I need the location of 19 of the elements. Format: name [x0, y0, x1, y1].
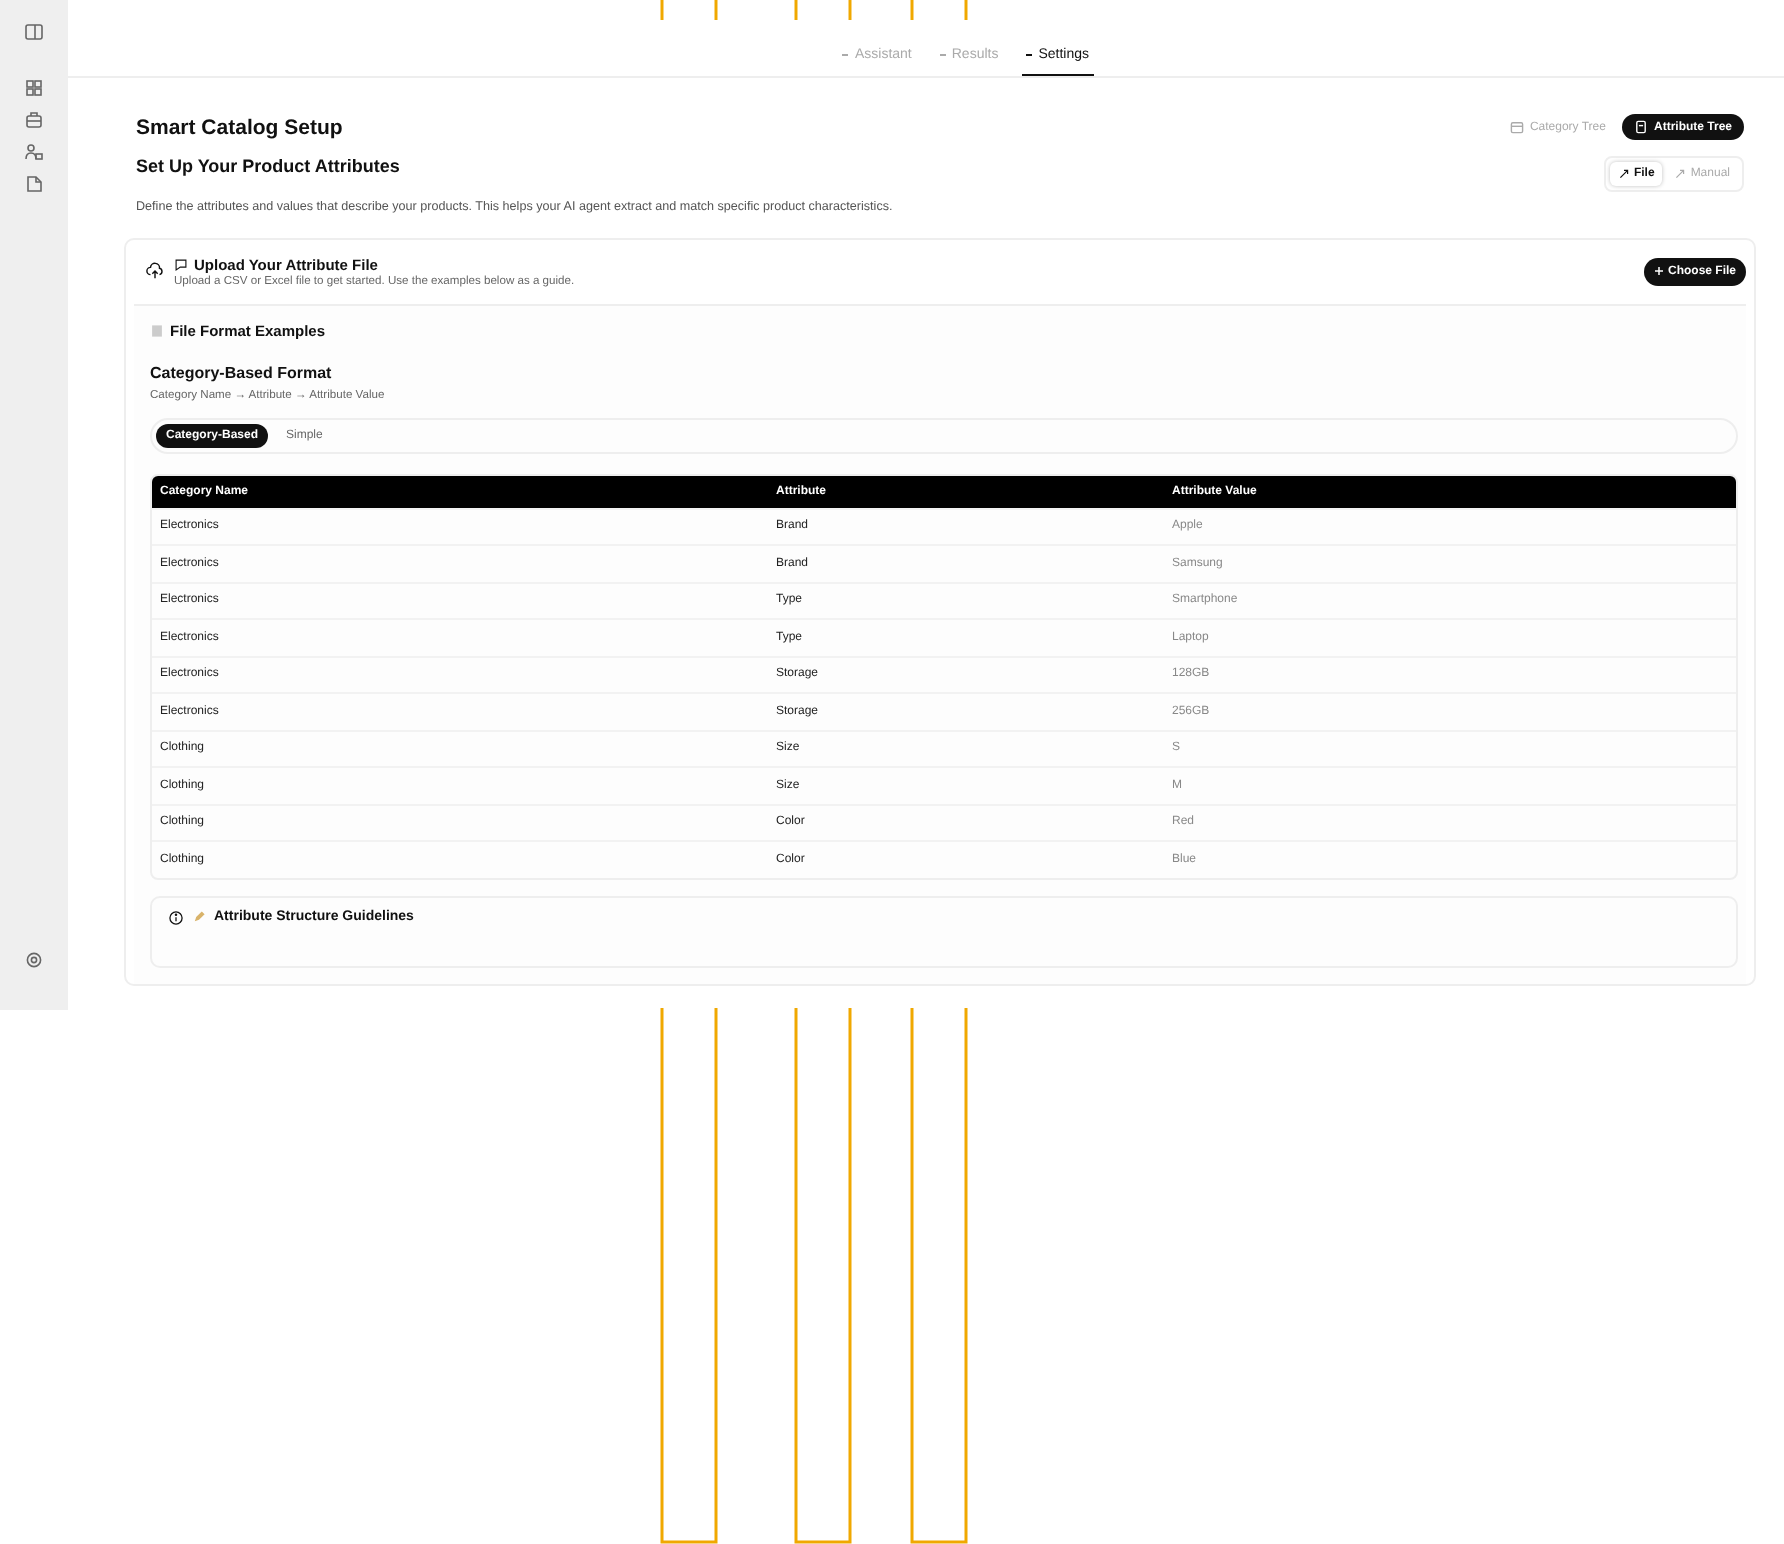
- users-icon[interactable]: [24, 142, 44, 162]
- page-title: Smart Catalog Setup: [136, 115, 343, 139]
- arrow-icon: [1617, 168, 1630, 180]
- sidebar-toggle-icon[interactable]: [24, 22, 44, 42]
- upload-icon: [146, 262, 164, 280]
- grid-icon[interactable]: [24, 78, 44, 98]
- plus-icon: [1653, 266, 1664, 276]
- document-icon: [150, 323, 164, 337]
- info-icon: [168, 909, 184, 925]
- calendar-icon: [1509, 120, 1524, 134]
- document-icon: [1633, 120, 1648, 134]
- arrow-icon: [1674, 168, 1687, 180]
- settings-icon[interactable]: [24, 950, 44, 970]
- format-title: Category-Based Format: [150, 363, 334, 381]
- pencil-icon: [192, 910, 206, 924]
- section-heading: Set Up Your Product Attributes: [136, 156, 400, 176]
- document-icon[interactable]: [24, 174, 44, 194]
- message-icon: [174, 257, 188, 271]
- briefcase-icon[interactable]: [24, 110, 44, 130]
